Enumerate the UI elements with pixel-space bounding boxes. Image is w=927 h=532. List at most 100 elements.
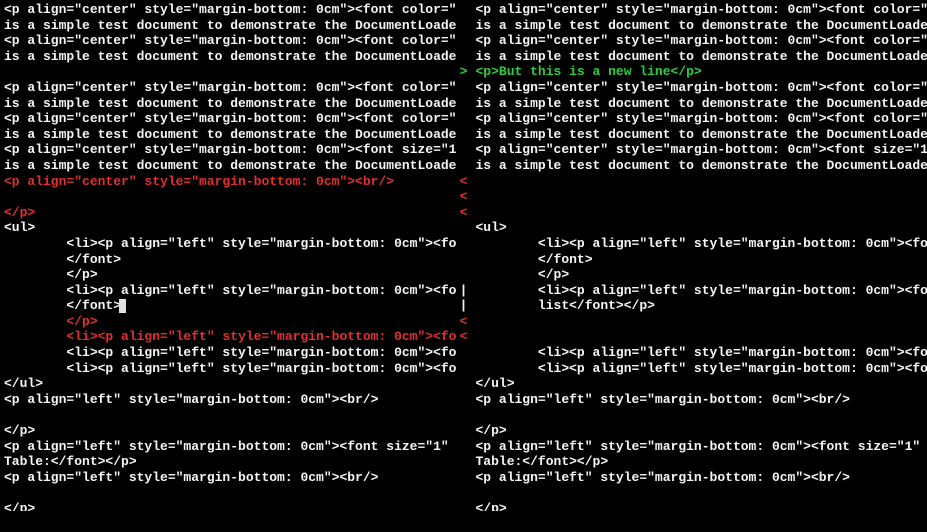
left-line[interactable]: is a simple test document to demonstrate…	[4, 18, 456, 34]
left-pane[interactable]: <p align="center" style="margin-bottom: …	[0, 0, 456, 511]
gutter-marker	[456, 96, 472, 112]
left-line[interactable]: </p>	[4, 205, 456, 221]
right-line[interactable]: <li><p align="left" style="margin-bottom…	[476, 345, 927, 361]
left-line[interactable]: </p>	[4, 314, 456, 330]
gutter-marker: <	[456, 189, 472, 205]
right-line[interactable]: <li><p align="left" style="margin-bottom…	[476, 283, 927, 299]
right-line[interactable]	[476, 174, 927, 190]
left-line[interactable]: is a simple test document to demonstrate…	[4, 158, 456, 174]
diff-view[interactable]: <p align="center" style="margin-bottom: …	[0, 0, 927, 511]
gutter-marker	[456, 49, 472, 65]
gutter-marker: <	[456, 174, 472, 190]
gutter-marker	[456, 236, 472, 252]
left-line[interactable]: <p align="left" style="margin-bottom: 0c…	[4, 470, 456, 486]
gutter-marker	[456, 454, 472, 470]
left-line[interactable]: <li><p align="left" style="margin-bottom…	[4, 361, 456, 377]
left-line[interactable]	[4, 407, 456, 423]
right-line[interactable]: Table:</font></p>	[476, 454, 927, 470]
right-line[interactable]: is a simple test document to demonstrate…	[476, 127, 927, 143]
gutter-marker	[456, 80, 472, 96]
left-line[interactable]	[4, 64, 456, 80]
right-line[interactable]: </p>	[476, 501, 927, 511]
left-line[interactable]: <p align="left" style="margin-bottom: 0c…	[4, 392, 456, 408]
gutter-marker	[456, 252, 472, 268]
right-line[interactable]: is a simple test document to demonstrate…	[476, 49, 927, 65]
gutter-marker	[456, 485, 472, 501]
left-line[interactable]: <p align="center" style="margin-bottom: …	[4, 33, 456, 49]
left-line[interactable]	[4, 485, 456, 501]
right-line[interactable]: <p align="center" style="margin-bottom: …	[476, 2, 927, 18]
right-line[interactable]: is a simple test document to demonstrate…	[476, 18, 927, 34]
gutter-marker	[456, 470, 472, 486]
gutter-marker	[456, 18, 472, 34]
left-line[interactable]: is a simple test document to demonstrate…	[4, 127, 456, 143]
right-line[interactable]: </p>	[476, 423, 927, 439]
gutter-marker	[456, 142, 472, 158]
left-line[interactable]: </p>	[4, 423, 456, 439]
left-line[interactable]: <li><p align="left" style="margin-bottom…	[4, 283, 456, 299]
left-line[interactable]: </font>	[4, 298, 456, 314]
gutter-marker	[456, 127, 472, 143]
left-line[interactable]: <p align="center" style="margin-bottom: …	[4, 2, 456, 18]
right-line[interactable]: <p align="center" style="margin-bottom: …	[476, 33, 927, 49]
gutter-marker	[456, 407, 472, 423]
left-line[interactable]: <li><p align="left" style="margin-bottom…	[4, 329, 456, 345]
gutter-marker: <	[456, 205, 472, 221]
right-line[interactable]	[476, 407, 927, 423]
gutter-marker	[456, 392, 472, 408]
gutter-marker	[456, 2, 472, 18]
left-line[interactable]: <p align="center" style="margin-bottom: …	[4, 80, 456, 96]
right-line[interactable]: </ul>	[476, 376, 927, 392]
right-line[interactable]	[476, 314, 927, 330]
left-line[interactable]: is a simple test document to demonstrate…	[4, 96, 456, 112]
left-line[interactable]: <li><p align="left" style="margin-bottom…	[4, 236, 456, 252]
gutter-marker	[456, 267, 472, 283]
left-line[interactable]: is a simple test document to demonstrate…	[4, 49, 456, 65]
gutter-marker	[456, 158, 472, 174]
gutter-marker: >	[456, 64, 472, 80]
left-line[interactable]: <p align="center" style="margin-bottom: …	[4, 142, 456, 158]
right-line[interactable]: <li><p align="left" style="margin-bottom…	[476, 236, 927, 252]
right-line[interactable]: <p align="center" style="margin-bottom: …	[476, 80, 927, 96]
left-line[interactable]: </p>	[4, 267, 456, 283]
right-line[interactable]: is a simple test document to demonstrate…	[476, 158, 927, 174]
gutter-marker	[456, 501, 472, 517]
left-line[interactable]: </ul>	[4, 376, 456, 392]
gutter-marker	[456, 439, 472, 455]
text-cursor	[119, 299, 126, 313]
left-line[interactable]: Table:</font></p>	[4, 454, 456, 470]
left-line[interactable]: </p>	[4, 501, 456, 511]
right-line[interactable]: <p align="center" style="margin-bottom: …	[476, 142, 927, 158]
right-line[interactable]: <p>But this is a new line</p>	[476, 64, 927, 80]
gutter-marker	[456, 220, 472, 236]
right-line[interactable]: is a simple test document to demonstrate…	[476, 96, 927, 112]
right-line[interactable]: <p align="left" style="margin-bottom: 0c…	[476, 392, 927, 408]
right-line[interactable]: <p align="left" style="margin-bottom: 0c…	[476, 439, 927, 455]
right-line[interactable]: <li><p align="left" style="margin-bottom…	[476, 361, 927, 377]
right-pane[interactable]: <p align="center" style="margin-bottom: …	[472, 0, 927, 511]
gutter-marker	[456, 33, 472, 49]
left-line[interactable]: </font>	[4, 252, 456, 268]
right-line[interactable]: <ul>	[476, 220, 927, 236]
right-line[interactable]	[476, 329, 927, 345]
left-line[interactable]: <ul>	[4, 220, 456, 236]
diff-gutter: > <<< ||<<	[456, 0, 472, 511]
left-line[interactable]: <p align="left" style="margin-bottom: 0c…	[4, 439, 456, 455]
gutter-marker	[456, 423, 472, 439]
right-line[interactable]	[476, 189, 927, 205]
left-line[interactable]: <li><p align="left" style="margin-bottom…	[4, 345, 456, 361]
right-line[interactable]: </font>	[476, 252, 927, 268]
gutter-marker	[456, 376, 472, 392]
gutter-marker: |	[456, 298, 472, 314]
right-line[interactable]: <p align="left" style="margin-bottom: 0c…	[476, 470, 927, 486]
gutter-marker	[456, 361, 472, 377]
right-line[interactable]: </p>	[476, 267, 927, 283]
left-line[interactable]: <p align="center" style="margin-bottom: …	[4, 111, 456, 127]
gutter-marker	[456, 517, 472, 532]
left-line[interactable]: <p align="center" style="margin-bottom: …	[4, 174, 456, 190]
right-line[interactable]: list</font></p>	[476, 298, 927, 314]
left-line[interactable]	[4, 189, 456, 205]
right-line[interactable]	[476, 485, 927, 501]
right-line[interactable]: <p align="center" style="margin-bottom: …	[476, 111, 927, 127]
right-line[interactable]	[476, 205, 927, 221]
